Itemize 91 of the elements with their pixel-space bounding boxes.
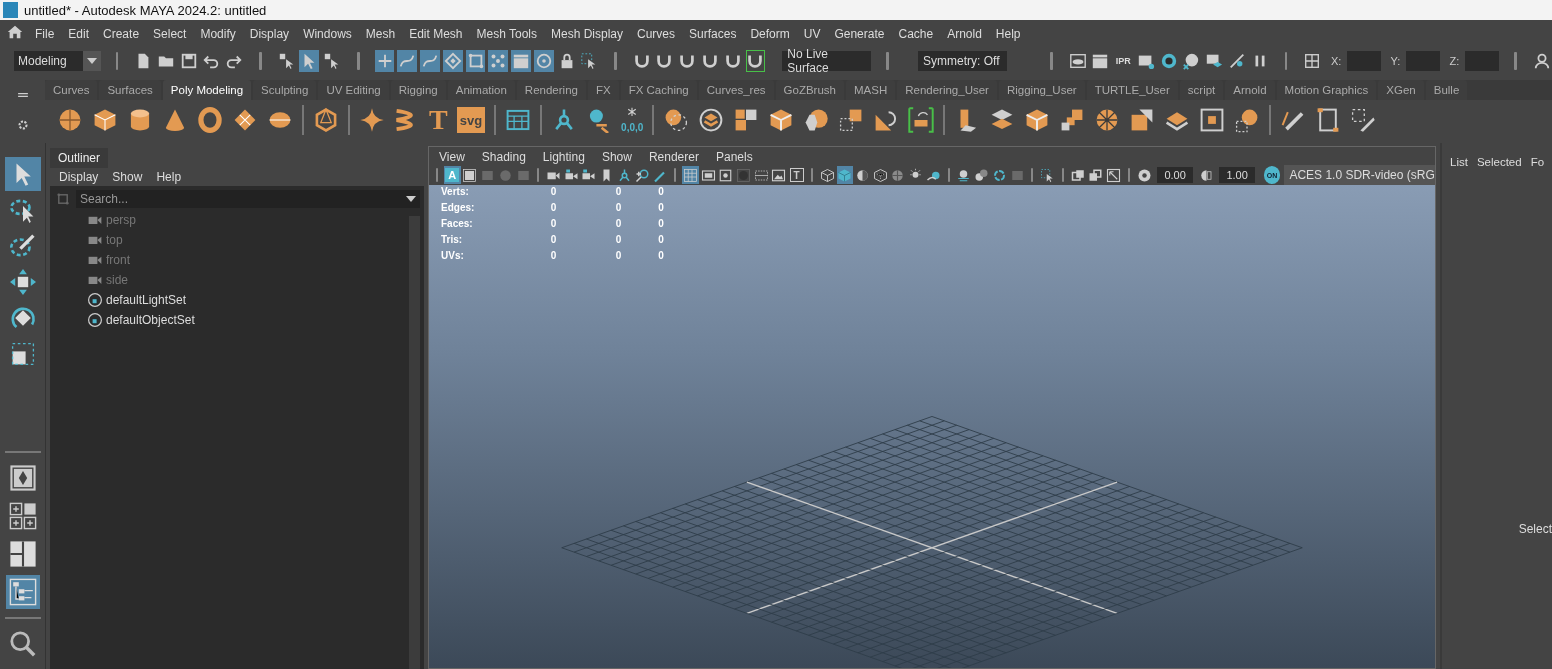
hud-value: 0 [657, 186, 665, 197]
shelf-tab[interactable]: Arnold [1225, 80, 1275, 100]
shelf-tab[interactable]: Rendering [516, 80, 586, 100]
hud-value: 0 [614, 250, 623, 261]
text-tool-button[interactable]: T [429, 107, 448, 133]
menu-item[interactable]: Generate [827, 23, 892, 44]
hud-value: 0 [657, 202, 665, 213]
menu-item[interactable]: Cache [891, 23, 941, 44]
shelf-tab[interactable]: Surfaces [99, 80, 161, 100]
menu-item[interactable]: Panels [707, 150, 762, 164]
menu-set-dropdown[interactable]: Modeling [14, 50, 101, 71]
hud-value: 0 [657, 250, 665, 261]
hud-value: 0 [657, 218, 665, 229]
menu-item[interactable]: Modify [193, 23, 243, 44]
menu-item[interactable]: Help [988, 23, 1028, 44]
menu-item[interactable]: Show [593, 150, 641, 164]
shelf-tab[interactable]: Rendering_User [897, 80, 997, 100]
hud-value: 0 [614, 186, 623, 197]
shelf-tab[interactable]: Sculpting [253, 80, 317, 100]
hud-value: 0 [549, 250, 558, 261]
menu-item[interactable]: Select [146, 23, 194, 44]
menu-item[interactable]: Surfaces [682, 23, 744, 44]
hud-value: 0 [549, 186, 558, 197]
shelf-tab[interactable]: script [1179, 80, 1224, 100]
menu-item[interactable]: Arnold [940, 23, 989, 44]
shelf-tab[interactable]: XGen [1378, 80, 1424, 100]
hud-value: 0 [549, 234, 558, 245]
hud-label: Edges: [441, 202, 476, 213]
shelf-tab[interactable]: FX Caching [620, 80, 697, 100]
coordinate-label: Z: [1449, 54, 1460, 67]
shelf-tab[interactable]: TURTLE_User [1086, 80, 1178, 100]
menu-item[interactable]: File [28, 23, 62, 44]
hud-label: Verts: [441, 186, 470, 197]
menu-item[interactable]: List [1450, 156, 1468, 168]
menu-item[interactable]: UV [796, 23, 828, 44]
menu-item[interactable]: Mesh Display [544, 23, 631, 44]
shelf-tab[interactable]: Poly Modeling [162, 80, 252, 100]
reset-transform-button[interactable]: 0,0,0 [621, 107, 644, 133]
gamma-field[interactable]: 1.00 [1219, 167, 1255, 183]
svg-tool-button[interactable]: svg [456, 107, 486, 133]
hud-value: 0 [614, 218, 623, 229]
exposure-field[interactable]: 0.00 [1157, 167, 1193, 183]
text-display-button[interactable]: T [788, 166, 805, 184]
menu-item[interactable]: Deform [743, 23, 797, 44]
shelf-tab[interactable]: UV Editing [318, 80, 389, 100]
window-title: untitled* - Autodesk MAYA 2024.2: untitled [24, 2, 267, 18]
coordinate-label: Y: [1390, 54, 1401, 67]
ipr-render-button[interactable]: IPR [1113, 49, 1133, 72]
live-surface-field[interactable]: No Live Surface [782, 50, 872, 71]
shelf-tab[interactable]: Animation [447, 80, 515, 100]
menu-item[interactable]: Windows [296, 23, 359, 44]
symmetry-dropdown[interactable]: Symmetry: Off [918, 50, 1008, 71]
shelf-tab[interactable]: Motion Graphics [1276, 80, 1377, 100]
hud-value: 0 [657, 234, 665, 245]
shelf-tab[interactable]: Rigging_User [998, 80, 1085, 100]
menu-item[interactable]: Lighting [534, 150, 594, 164]
panel-message: Select [1518, 522, 1552, 536]
hud-value: 0 [549, 218, 558, 229]
menu-item[interactable]: Renderer [640, 150, 708, 164]
hud-label: Faces: [441, 218, 474, 229]
menu-item[interactable]: Fo [1530, 156, 1545, 168]
shelf-tab[interactable]: Curves [45, 80, 98, 100]
menu-item[interactable]: Display [242, 23, 297, 44]
shelf-tab[interactable]: Bulle [1425, 80, 1468, 100]
shelf-tab[interactable]: Curves_res [698, 80, 774, 100]
hud-value: 0 [549, 202, 558, 213]
color-space-dropdown[interactable]: ACES 1.0 SDR-video (sRG [1284, 165, 1435, 185]
menu-item[interactable]: Show [105, 170, 150, 184]
outliner-item[interactable]: defaultLightSet [50, 290, 424, 310]
hud-value: 0 [614, 202, 623, 213]
menu-item[interactable]: View [431, 150, 474, 164]
hud-label: UVs: [441, 250, 465, 261]
menu-item[interactable]: Mesh [358, 23, 403, 44]
coordinate-label: X: [1330, 54, 1342, 67]
shelf-tab[interactable]: FX [587, 80, 619, 100]
menu-item[interactable]: Create [96, 23, 147, 44]
menu-item[interactable]: Edit [61, 23, 97, 44]
menu-item[interactable]: Shading [473, 150, 535, 164]
shelf-tab[interactable]: Rigging [390, 80, 446, 100]
hud-label: Tris: [441, 234, 464, 245]
hud-value: 0 [614, 234, 623, 245]
menu-item[interactable]: Curves [630, 23, 683, 44]
menu-item[interactable]: Edit Mesh [402, 23, 470, 44]
menu-item[interactable]: Display [52, 170, 106, 184]
menu-item[interactable]: Selected [1476, 156, 1522, 168]
shelf-tab[interactable]: MASH [845, 80, 896, 100]
shelf-tab[interactable]: GoZBrush [775, 80, 844, 100]
outliner-tab[interactable]: Outliner [50, 148, 109, 168]
menu-item[interactable]: Help [149, 170, 189, 184]
outliner-item[interactable]: defaultObjectSet [50, 310, 424, 330]
menu-item[interactable]: Mesh Tools [469, 23, 544, 44]
